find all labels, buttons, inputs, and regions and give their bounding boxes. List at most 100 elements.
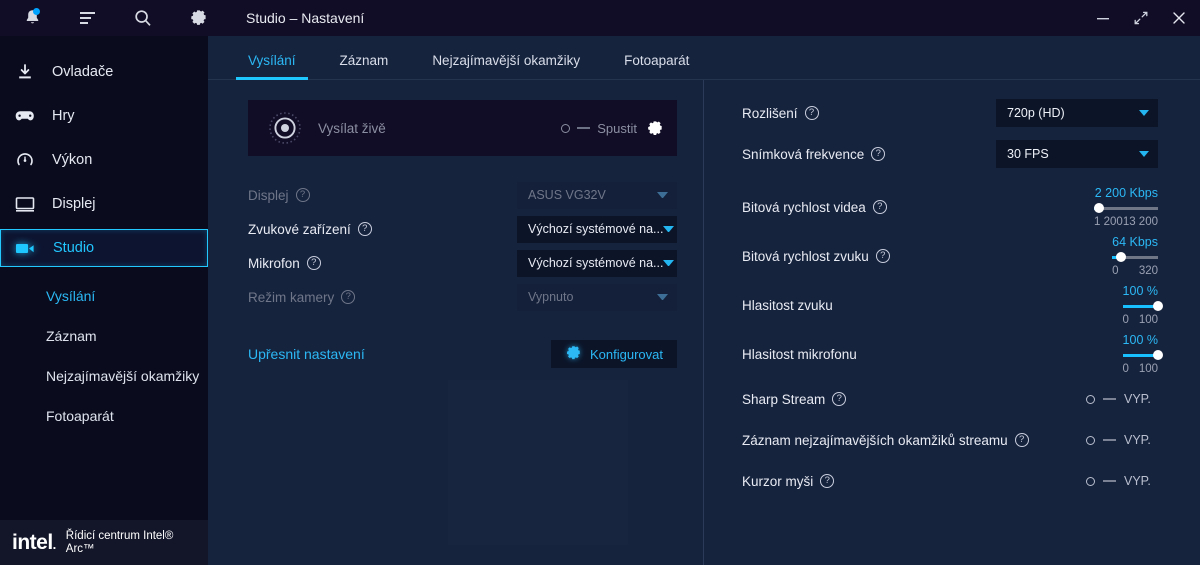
live-broadcast-toggle-label: Spustit [597,120,637,136]
sidebar-item-vykon[interactable]: Výkon [0,138,208,182]
notifications-bell-icon[interactable] [22,7,43,29]
sidebar-item-label: Ovladače [52,64,114,80]
window-title: Studio – Nastavení [246,10,365,26]
live-broadcast-label: Vysílat živě [318,120,386,136]
sidebar-subitem-label: Vysílání [46,288,96,304]
sidebar-subitem-fotoaparat[interactable]: Fotoaparát [0,396,208,436]
sidebar-subitem-label: Záznam [46,328,97,344]
row-label: Hlasitost mikrofonu [742,347,857,362]
help-icon[interactable]: ? [804,106,819,120]
live-broadcast-toggle[interactable]: Spustit [561,121,637,136]
help-icon[interactable]: ? [875,249,890,263]
sidebar: Ovladače Hry Výkon Displej Studio Vysílá… [0,0,219,565]
right-settings-pane: Rozlišení ? 720p (HD) Snímková frekvence… [704,80,1200,565]
snimkova-frekvence-select[interactable]: 30 FPS [996,140,1158,168]
row-zvukove-zarizeni: Zvukové zařízení ? Výchozí systémové na.… [248,212,677,246]
video-bitrate-value: 2 200 Kbps [1094,186,1158,200]
tab-nejzajimavejsi-okamziky[interactable]: Nejzajímavější okamžiky [410,53,602,79]
slider-max-label: 320 [1138,265,1158,277]
help-icon[interactable]: ? [341,290,356,304]
help-icon[interactable]: ? [820,474,835,488]
zvukove-zarizeni-select[interactable]: Výchozí systémové na... [517,215,677,243]
notification-badge [33,8,40,15]
mikrofon-select[interactable]: Výchozí systémové na... [517,249,677,277]
audio-volume-slider[interactable]: 100 % 0 100 [1122,284,1163,326]
intel-logo-text: intel [12,530,53,554]
sidebar-item-ovladace[interactable]: Ovladače [0,50,208,94]
search-icon[interactable] [132,7,153,29]
slider-track[interactable] [1122,350,1163,360]
advanced-settings-link[interactable]: Upřesnit nastavení [248,346,365,362]
help-icon[interactable]: ? [357,222,372,236]
background-accent-rect [448,380,628,545]
row-control: 64 Kbps 0 320 [1112,235,1158,277]
help-icon[interactable]: ? [872,200,887,214]
tab-fotoaparat[interactable]: Fotoaparát [602,53,711,79]
row-label-text: Hlasitost zvuku [742,297,833,313]
slider-range-labels: 0 320 [1112,265,1158,277]
help-icon[interactable]: ? [832,392,847,406]
sidebar-item-hry[interactable]: Hry [0,94,208,138]
menu-lines-icon[interactable] [77,7,98,29]
advanced-settings-row: Upřesnit nastavení Konfigurovat [248,340,677,368]
broadcast-live-icon [268,111,302,145]
slider-track[interactable] [1094,203,1158,213]
rezim-kamery-select[interactable]: Vypnuto [517,283,677,311]
tab-label: Nejzajímavější okamžiky [432,53,581,68]
row-label-text: Mikrofon [248,255,300,271]
tab-vysilani[interactable]: Vysílání [226,53,318,80]
sidebar-subitem-nejzajimavejsi-okamziky[interactable]: Nejzajímavější okamžiky [0,356,208,396]
sharp-stream-toggle[interactable]: VYP. [1086,392,1158,406]
slider-knob[interactable] [1094,203,1105,213]
chevron-down-icon [1139,110,1149,116]
settings-gear-icon[interactable] [187,7,208,29]
help-icon[interactable]: ? [306,256,321,270]
sidebar-subitem-zaznam[interactable]: Záznam [0,316,208,356]
live-broadcast-controls: Spustit [561,120,663,137]
snimkova-frekvence-select-value: 30 FPS [1007,147,1049,161]
toggle-track-icon [1103,480,1116,482]
tab-bar: Vysílání Záznam Nejzajímavější okamžiky … [208,36,1200,80]
sidebar-subitem-vysilani[interactable]: Vysílání [0,276,208,316]
slider-track[interactable] [1112,252,1158,262]
rozliseni-select[interactable]: 720p (HD) [996,99,1158,127]
row-label: Zvukové zařízení ? [248,222,372,237]
configure-button[interactable]: Konfigurovat [551,340,677,368]
sidebar-item-studio[interactable]: Studio [0,229,219,267]
help-icon[interactable]: ? [1014,433,1029,447]
chevron-down-icon [657,192,668,198]
gamepad-icon [14,109,36,123]
slider-max-label: 13 200 [1122,216,1158,228]
sharp-stream-toggle-state: VYP. [1124,392,1151,406]
rezim-kamery-select-value: Vypnuto [528,290,574,304]
live-broadcast-card[interactable]: Vysílat živě Spustit [248,100,677,156]
tab-zaznam[interactable]: Záznam [318,53,411,79]
close-icon[interactable] [1170,9,1188,27]
video-bitrate-slider[interactable]: 2 200 Kbps 1 200 13 200 [1094,186,1158,228]
audio-bitrate-value: 64 Kbps [1112,235,1158,249]
row-label-text: Zvukové zařízení [248,221,351,237]
help-icon[interactable]: ? [871,147,886,161]
slider-track[interactable] [1122,301,1163,311]
expand-icon[interactable] [1132,9,1150,27]
slider-knob[interactable] [1116,252,1127,262]
help-icon[interactable]: ? [295,188,310,202]
tab-label: Záznam [339,53,389,68]
minimize-icon[interactable] [1094,9,1112,27]
audio-bitrate-slider[interactable]: 64 Kbps 0 320 [1112,235,1158,277]
sidebar-item-displej[interactable]: Displej [0,182,208,226]
chevron-down-icon [1139,151,1149,157]
slider-knob[interactable] [1153,350,1163,360]
displej-select[interactable]: ASUS VG32V [517,181,677,209]
row-zaznam-okamziku-streamu: Záznam nejzajímavějších okamžiků streamu… [742,423,1158,457]
stream-highlights-toggle[interactable]: VYP. [1086,433,1158,447]
mic-volume-slider[interactable]: 100 % 0 100 [1122,333,1163,375]
chevron-down-icon [663,260,675,266]
download-icon [14,63,36,81]
mouse-cursor-toggle[interactable]: VYP. [1086,474,1158,488]
gear-icon[interactable] [646,120,663,137]
slider-knob[interactable] [1153,301,1163,311]
row-label: Záznam nejzajímavějších okamžiků streamu… [742,433,1029,448]
row-label-text: Bitová rychlost zvuku [742,248,869,264]
row-label-text: Hlasitost mikrofonu [742,346,857,362]
